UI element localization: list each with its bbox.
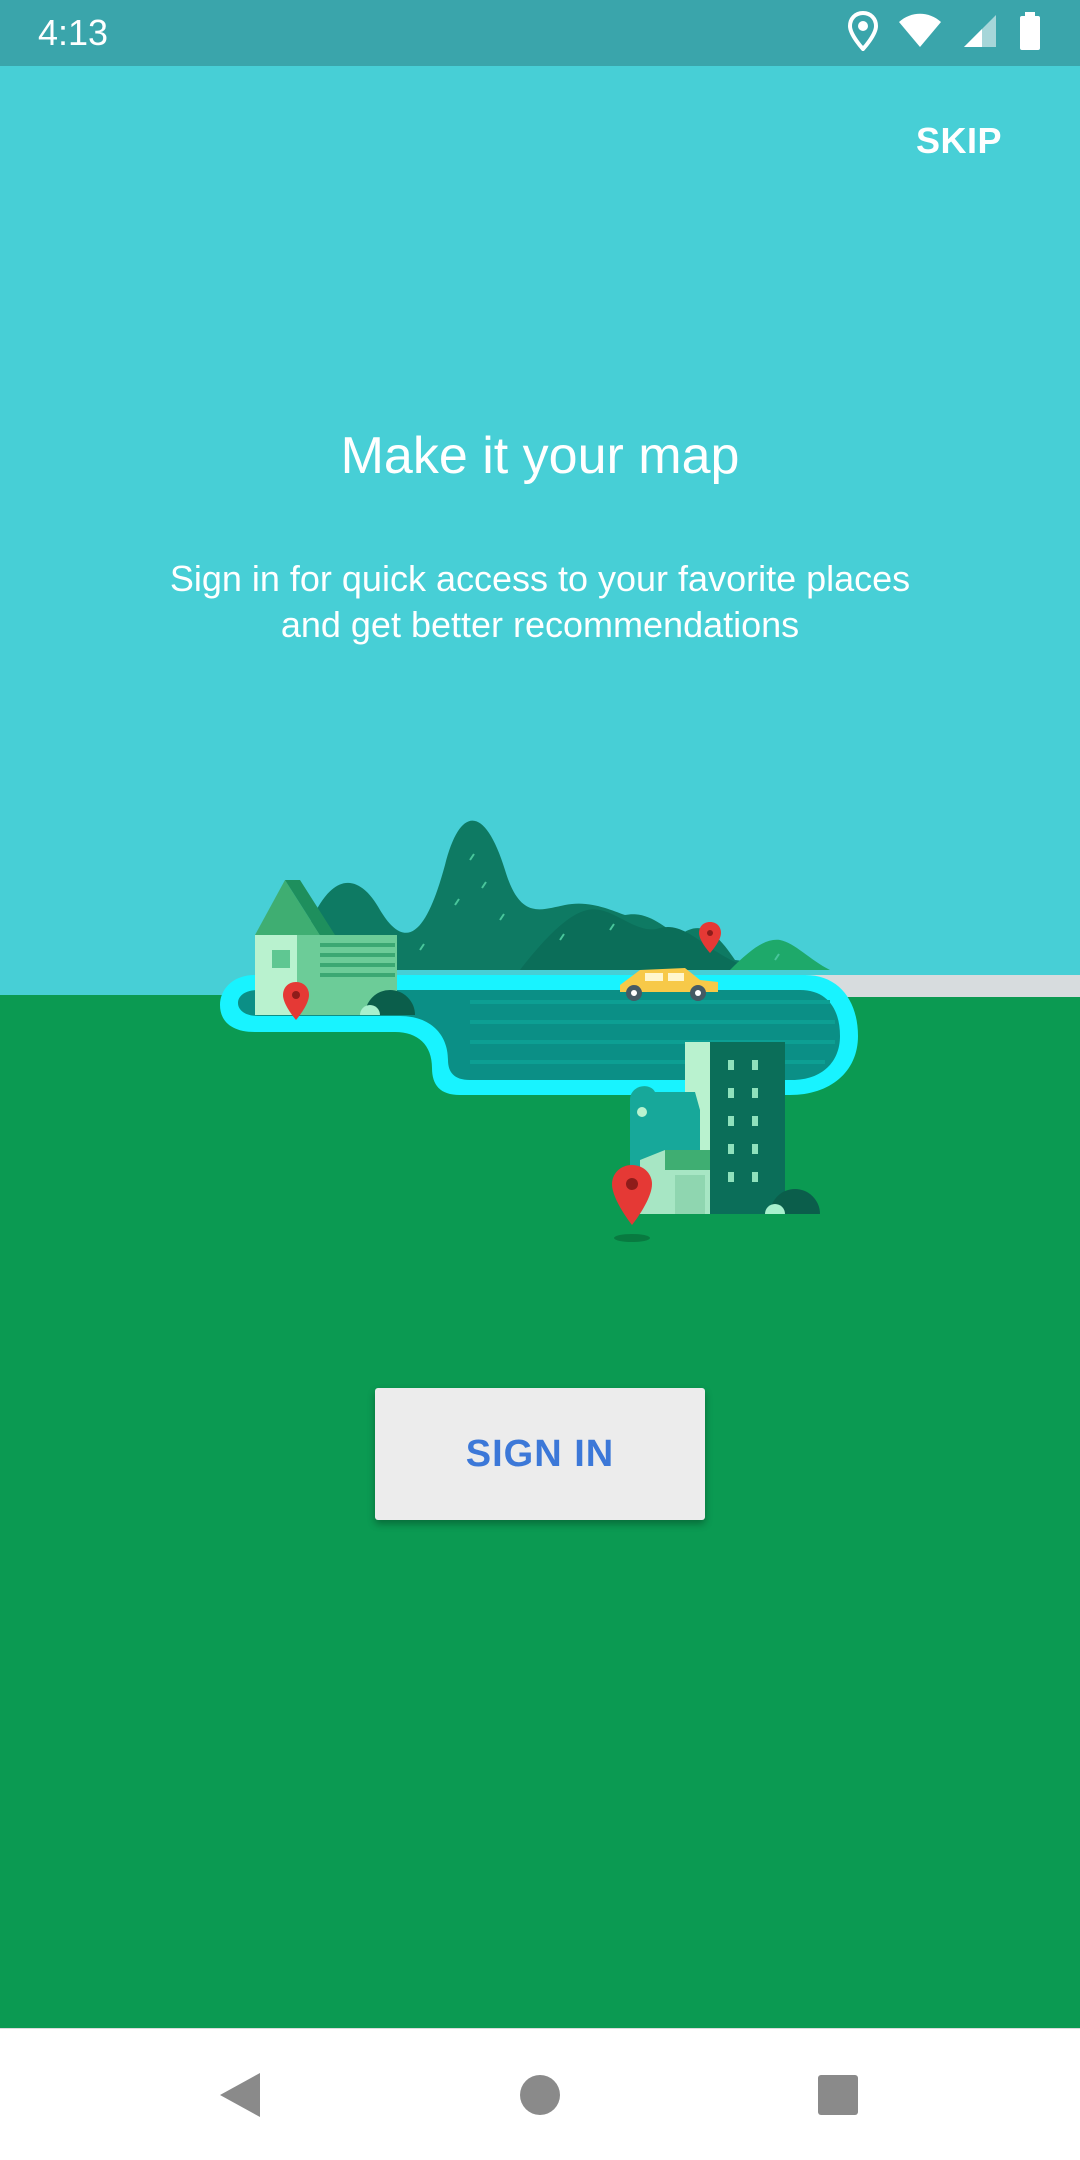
location-icon: [847, 10, 879, 56]
screen: 4:13 SKIP Make it your map Sign in for q…: [0, 0, 1080, 2160]
subtitle-line-2: and get better recommendations: [280, 604, 800, 645]
navigation-bar: [0, 2028, 1080, 2160]
status-icons: [847, 10, 1042, 56]
map-illustration: [0, 820, 1080, 1250]
status-time: 4:13: [38, 12, 109, 53]
cell-signal-icon: [962, 13, 998, 54]
status-bar: 4:13: [0, 0, 1080, 66]
sign-in-button[interactable]: SIGN IN: [375, 1388, 705, 1520]
page-subtitle: Sign in for quick access to your favorit…: [120, 556, 960, 648]
subtitle-line-1: Sign in for quick access to your favorit…: [169, 558, 911, 599]
skip-button[interactable]: SKIP: [916, 120, 1002, 162]
back-icon[interactable]: [208, 2063, 272, 2127]
battery-icon: [1018, 11, 1042, 56]
page-title: Make it your map: [340, 427, 740, 485]
wifi-icon: [898, 13, 942, 54]
recents-icon[interactable]: [806, 2063, 870, 2127]
home-icon[interactable]: [508, 2063, 572, 2127]
